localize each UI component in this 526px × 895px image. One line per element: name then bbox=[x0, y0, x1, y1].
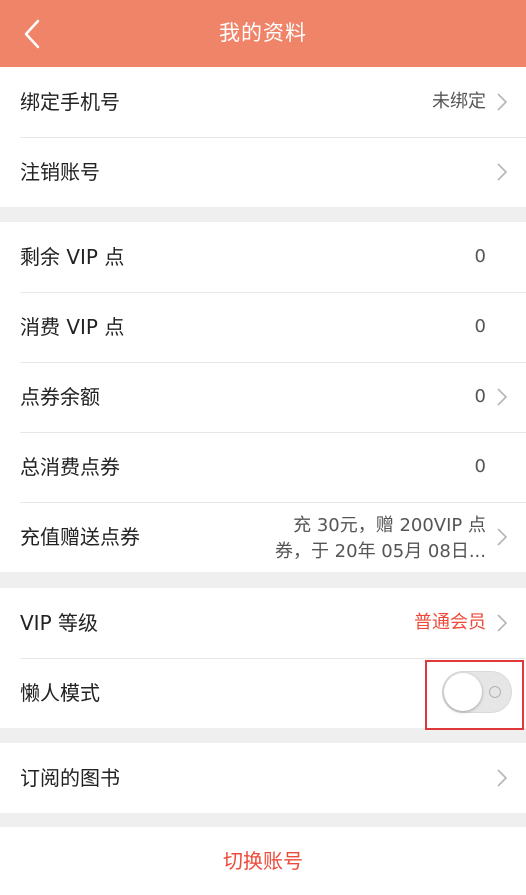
vip-points-group: 剩余 VIP 点 0 消费 VIP 点 0 点券余额 0 总消费点券 0 充值赠… bbox=[0, 222, 526, 572]
total-voucher-row: 总消费点券 0 bbox=[0, 432, 526, 502]
toggle-highlight-box bbox=[425, 660, 524, 730]
lazy-mode-label: 懒人模式 bbox=[20, 681, 100, 705]
consumed-vip-value: 0 bbox=[474, 316, 486, 337]
voucher-balance-label: 点券余额 bbox=[20, 385, 100, 409]
total-voucher-label: 总消费点券 bbox=[20, 455, 120, 479]
chevron-right-icon bbox=[497, 163, 508, 181]
recharge-bonus-row[interactable]: 充值赠送点券 充 30元，赠 200VIP 点 券，于 20年 05月 08日.… bbox=[0, 502, 526, 572]
remaining-vip-label: 剩余 VIP 点 bbox=[20, 245, 125, 269]
chevron-right-icon bbox=[497, 614, 508, 632]
recharge-bonus-label: 充值赠送点券 bbox=[20, 525, 140, 549]
recharge-bonus-value: 充 30元，赠 200VIP 点 券，于 20年 05月 08日... bbox=[246, 513, 486, 565]
chevron-right-icon bbox=[497, 93, 508, 111]
subscribed-books-label: 订阅的图书 bbox=[20, 766, 120, 790]
bind-phone-label: 绑定手机号 bbox=[20, 90, 120, 114]
total-voucher-value: 0 bbox=[474, 456, 486, 477]
chevron-right-icon bbox=[497, 769, 508, 787]
remaining-vip-row: 剩余 VIP 点 0 bbox=[0, 222, 526, 292]
books-group: 订阅的图书 bbox=[0, 743, 526, 813]
recharge-bonus-line1: 充 30元，赠 200VIP 点 bbox=[293, 515, 486, 536]
vip-level-row[interactable]: VIP 等级 普通会员 bbox=[0, 588, 526, 658]
bind-phone-row[interactable]: 绑定手机号 未绑定 bbox=[0, 67, 526, 137]
chevron-right-icon bbox=[497, 388, 508, 406]
vip-level-value: 普通会员 bbox=[414, 612, 486, 633]
bind-phone-value: 未绑定 bbox=[432, 91, 486, 112]
voucher-balance-row[interactable]: 点券余额 0 bbox=[0, 362, 526, 432]
page-title: 我的资料 bbox=[219, 21, 307, 45]
consumed-vip-label: 消费 VIP 点 bbox=[20, 315, 125, 339]
cancel-account-label: 注销账号 bbox=[20, 160, 100, 184]
subscribed-books-row[interactable]: 订阅的图书 bbox=[0, 743, 526, 813]
account-group: 绑定手机号 未绑定 注销账号 bbox=[0, 67, 526, 207]
switch-account-button[interactable]: 切换账号 bbox=[0, 827, 526, 895]
voucher-balance-value: 0 bbox=[474, 386, 486, 407]
remaining-vip-value: 0 bbox=[474, 246, 486, 267]
chevron-right-icon bbox=[497, 528, 508, 546]
cancel-account-row[interactable]: 注销账号 bbox=[0, 137, 526, 207]
consumed-vip-row: 消费 VIP 点 0 bbox=[0, 292, 526, 362]
vip-level-label: VIP 等级 bbox=[20, 611, 98, 635]
nav-bar: 我的资料 bbox=[0, 0, 526, 67]
recharge-bonus-line2: 券，于 20年 05月 08日... bbox=[274, 541, 486, 562]
